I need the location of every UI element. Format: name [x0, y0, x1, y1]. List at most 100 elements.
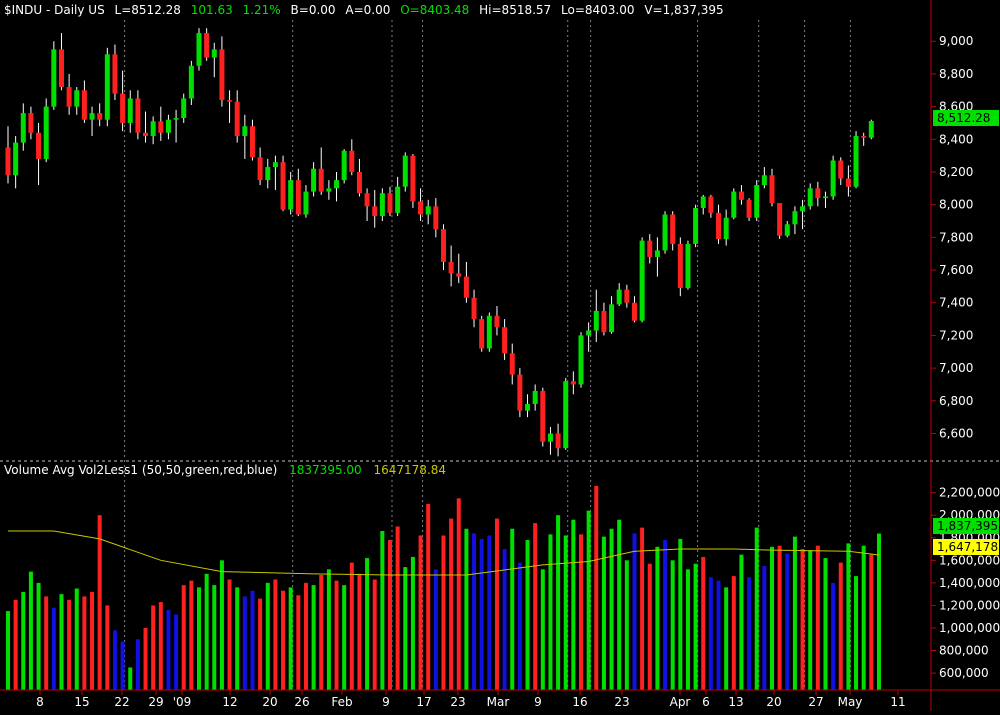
- volume-bar: [105, 605, 110, 690]
- candle: [479, 315, 485, 352]
- candle-body-up: [830, 160, 836, 197]
- volume-tick-label: 600,000: [939, 666, 989, 680]
- candle-body-up: [272, 162, 278, 168]
- volume-bar: [854, 576, 859, 690]
- candle: [777, 203, 783, 239]
- volume-tick-label: 800,000: [939, 644, 989, 658]
- candle-body-down: [143, 132, 149, 137]
- candle-body-up: [341, 150, 347, 181]
- price-tick-label: 7,200: [939, 328, 973, 342]
- volume-bar: [189, 580, 194, 690]
- volume-bar: [594, 485, 599, 690]
- candle-body-up: [547, 433, 553, 442]
- price-tick-label: 8,800: [939, 67, 973, 81]
- volume-bar: [525, 540, 530, 690]
- candle-body-down: [36, 132, 42, 159]
- volume-bar: [181, 585, 186, 690]
- candle-body-up: [43, 106, 49, 159]
- volume-bar: [617, 519, 622, 690]
- volume-bar: [349, 562, 354, 690]
- candle-body-down: [28, 113, 34, 133]
- volume-bar: [747, 577, 752, 690]
- volume-bar: [777, 545, 782, 690]
- volume-bar: [388, 540, 392, 690]
- candle-body-up: [754, 185, 760, 218]
- candle-body-down: [433, 206, 439, 230]
- candle-body-down: [631, 302, 637, 321]
- candle-body-up: [822, 196, 828, 199]
- candle-body-up: [150, 121, 156, 137]
- change-percent: 1.21%: [243, 3, 281, 17]
- candle-body-up: [334, 180, 340, 189]
- volume-bar: [410, 556, 415, 690]
- candle: [280, 155, 286, 212]
- volume-bar: [97, 515, 102, 690]
- date-tick-label: 11: [890, 695, 905, 709]
- candle-body-up: [20, 113, 26, 143]
- volume-bar: [112, 630, 117, 690]
- candle-body-down: [219, 49, 225, 101]
- volume-bar: [739, 554, 744, 690]
- candle-body-up: [761, 175, 767, 186]
- volume-avg-badge-text: 1,647,178: [937, 540, 998, 554]
- candle-body-down: [861, 136, 867, 138]
- volume-bar: [762, 565, 767, 690]
- candle: [196, 28, 202, 71]
- candle-body-down: [318, 168, 324, 192]
- volume-bar: [487, 535, 492, 690]
- candle: [693, 204, 699, 248]
- candle-body-up: [326, 188, 332, 192]
- candle-body-up: [303, 191, 309, 215]
- volume-bar: [479, 538, 484, 690]
- candle-body-up: [242, 126, 248, 137]
- price-volume-chart[interactable]: 9,0008,8008,6008,4008,2008,0007,8007,600…: [0, 0, 1000, 711]
- volume-study-value: 1837395.00: [289, 463, 362, 477]
- volume-bar: [151, 605, 156, 690]
- candle-body-down: [746, 199, 752, 218]
- volume-bar: [510, 528, 515, 690]
- price-tick-label: 8,400: [939, 132, 973, 146]
- candle-body-down: [708, 196, 714, 213]
- symbol-label: $INDU - Daily US: [4, 3, 105, 17]
- volume-bar: [197, 587, 201, 690]
- volume-bar: [13, 599, 18, 690]
- candle-body-up: [693, 207, 699, 244]
- volume-bar: [21, 591, 26, 690]
- date-tick-label: 6: [702, 695, 710, 709]
- date-tick-label: May: [838, 695, 863, 709]
- volume-bar: [815, 545, 820, 690]
- candle-body-up: [525, 404, 531, 411]
- volume-bar: [74, 588, 79, 690]
- volume-bar: [51, 607, 56, 690]
- candle-body-down: [540, 390, 546, 442]
- date-tick-label: 13: [728, 695, 743, 709]
- candle-body-down: [364, 193, 370, 207]
- candle-body-down: [815, 188, 821, 199]
- candle: [731, 188, 737, 220]
- candle: [754, 180, 760, 222]
- volume-bar: [342, 585, 347, 690]
- candle: [410, 154, 416, 208]
- candle-body-down: [234, 101, 240, 137]
- volume-avg-value: 1647178.84: [374, 463, 447, 477]
- volume-bar: [227, 579, 232, 690]
- volume-bar: [28, 571, 33, 690]
- volume-bar: [6, 611, 10, 690]
- candle: [43, 98, 49, 163]
- volume-bar: [693, 563, 698, 690]
- volume-bar: [433, 569, 438, 690]
- candle-body-up: [127, 98, 133, 123]
- volume-bar: [670, 560, 675, 690]
- candle-body-up: [662, 214, 668, 251]
- price-tick-label: 7,800: [939, 230, 973, 244]
- volume-bar: [716, 580, 721, 690]
- volume-bar: [219, 560, 224, 690]
- volume-bar: [372, 579, 377, 690]
- volume-tick-label: 1,600,000: [939, 553, 1000, 567]
- candle-body-up: [586, 330, 592, 336]
- volume-bar: [441, 535, 446, 690]
- date-tick-label: 16: [572, 695, 587, 709]
- volume-bar: [586, 510, 591, 690]
- candle-body-down: [66, 87, 72, 107]
- volume-bar: [808, 550, 813, 690]
